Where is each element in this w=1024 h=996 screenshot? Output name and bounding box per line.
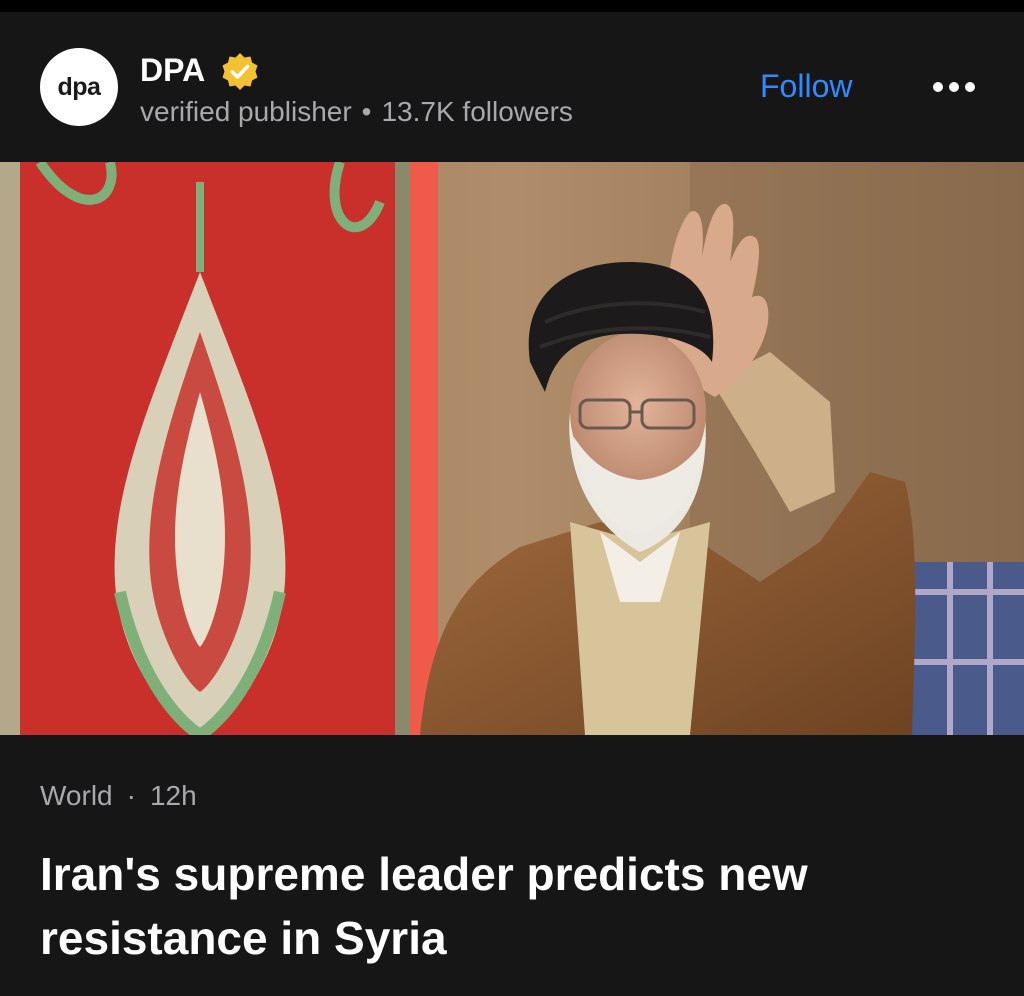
publisher-logo-text: dpa — [57, 72, 101, 101]
publisher-logo[interactable]: dpa — [40, 48, 118, 126]
meta-separator: • — [361, 96, 372, 127]
publisher-name[interactable]: DPA — [140, 52, 205, 89]
meta-dot: · — [126, 780, 136, 811]
follow-button[interactable]: Follow — [760, 68, 852, 105]
more-dot — [965, 82, 975, 92]
article-category[interactable]: World — [40, 780, 113, 811]
more-horizontal-icon — [933, 82, 943, 92]
publisher-header: dpa DPA verified publisher • 13.7K followe… — [0, 12, 1024, 162]
status-strip — [0, 0, 1024, 12]
article-headline[interactable]: Iran's supreme leader predicts new resis… — [40, 842, 980, 970]
more-options-button[interactable] — [926, 72, 982, 102]
more-dot — [949, 82, 959, 92]
publisher-meta: verified publisher • 13.7K followers — [140, 96, 573, 128]
article-image[interactable] — [0, 162, 1024, 735]
article-photo — [0, 162, 1024, 735]
publisher-subtitle: verified publisher — [140, 96, 352, 127]
article-meta: World · 12h — [40, 780, 197, 812]
verified-badge-icon — [222, 53, 258, 90]
follower-count: 13.7K followers — [381, 96, 573, 127]
article-age: 12h — [149, 780, 197, 811]
